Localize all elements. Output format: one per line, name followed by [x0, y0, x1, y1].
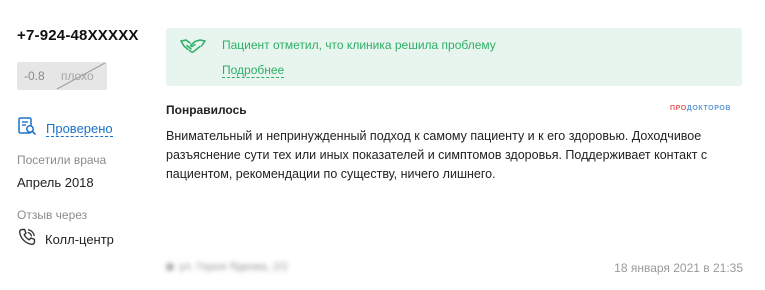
review-via: Колл-центр	[17, 227, 114, 252]
review-via-label: Отзыв через	[17, 208, 88, 222]
verified-label[interactable]: Проверено	[46, 121, 113, 137]
review-date: 18 января 2021 в 21:35	[614, 261, 743, 275]
review-text: Внимательный и непринужденный подход к с…	[166, 129, 708, 181]
visit-label: Посетили врача	[17, 153, 107, 167]
review-heading: Понравилось	[166, 103, 247, 117]
caller-phone: +7-924-48XXXXX	[17, 27, 139, 44]
map-pin-icon	[166, 263, 174, 271]
strike-line	[56, 62, 106, 90]
logo-part-1: ПРО	[670, 105, 687, 112]
verified-link[interactable]: Проверено	[17, 116, 113, 141]
problem-solved-banner: Пациент отметил, что клиника решила проб…	[166, 28, 742, 86]
visit-value: Апрель 2018	[17, 175, 94, 190]
logo-part-2: ДОКТОРОВ	[686, 105, 732, 112]
more-link[interactable]: Подробнее	[222, 63, 285, 78]
handshake-icon	[180, 37, 206, 60]
clinic-address: ул. Героя Ядкова, 2/2	[166, 261, 288, 273]
review-via-value: Колл-центр	[45, 232, 114, 247]
address-text: ул. Героя Ядкова, 2/2	[179, 261, 289, 273]
prodoctorov-logo: ПРОДОКТОРОВ	[670, 105, 731, 112]
search-document-icon	[17, 116, 37, 141]
rating-badge: -0.8 плохо	[17, 62, 107, 90]
banner-message: Пациент отметил, что клиника решила проб…	[222, 38, 496, 52]
phone-icon	[17, 227, 37, 252]
